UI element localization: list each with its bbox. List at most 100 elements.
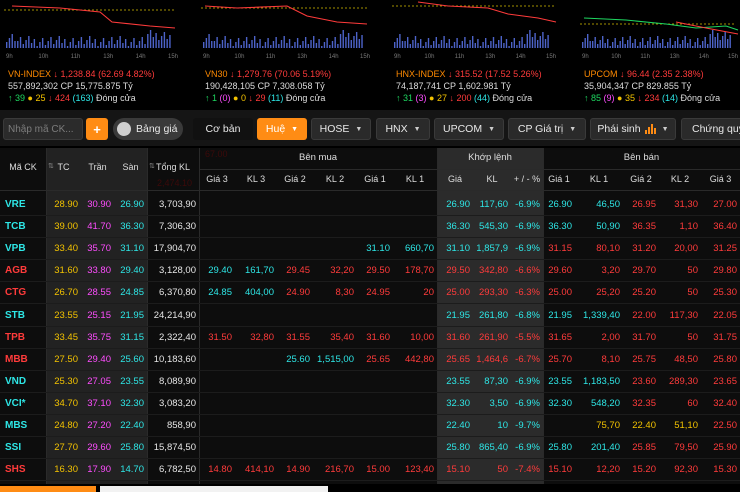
tab-hose[interactable]: HOSE ▼ [311, 118, 371, 140]
index-cp-value: 15,775.875 [75, 81, 123, 91]
search-input[interactable] [3, 118, 83, 140]
table-row[interactable]: MBB 27.50 29.40 25.60 10,183,60 25.60 1,515,00… [0, 349, 740, 371]
header-ask-akl2[interactable]: KL 2 [659, 170, 701, 188]
basic-view-button[interactable]: Cơ bản [193, 118, 253, 140]
header-floor[interactable]: Sàn [114, 162, 147, 172]
volume-bar [516, 45, 518, 48]
table-row[interactable]: CTG 26.70 28.55 24.85 6,370,80 24.85 404,00 24.… [0, 282, 740, 305]
bid-volume-3-cell: 414,10 [244, 464, 274, 476]
header-bid-b3[interactable]: Giá 3 [199, 170, 235, 188]
volume-bar [534, 33, 536, 48]
symbol-cell: VPB [5, 243, 26, 255]
tab-cp-gia-tri[interactable]: CP Giá trị ▼ [508, 118, 586, 140]
index-panel-hnx-index[interactable]: 9h 10h 11h 13h 14h 15h HNX-INDEX ↓ 315.52 (17.… [388, 0, 558, 108]
ghost-text: 2,474.10 [157, 178, 193, 188]
tab-upcom[interactable]: UPCOM ▼ [434, 118, 504, 140]
match-price-cell: 36.30 [446, 221, 470, 233]
volume-bar [485, 38, 487, 48]
header-ceiling[interactable]: Trần [81, 162, 114, 172]
table-row[interactable]: SHS 16.30 17.90 14.70 6,782,50 14.80 414,10 14.… [0, 459, 740, 482]
header-ask-akl1[interactable]: KL 1 [575, 170, 623, 188]
tab-hnx[interactable]: HNX ▼ [376, 118, 430, 140]
index-panel-vn-index[interactable]: 9h 10h 11h 13h 14h 15h VN-INDEX ↓ 1,238.84 (62… [0, 0, 180, 108]
header-ask-a1[interactable]: Giá 1 [543, 170, 575, 188]
volume-bar [582, 42, 584, 48]
bottom-input[interactable] [100, 486, 328, 492]
bottom-tab-active[interactable] [0, 486, 96, 492]
header-match-change[interactable]: + / - % [511, 170, 543, 188]
symbol-cell: STB [5, 309, 25, 321]
bid-volume-2-cell [313, 305, 357, 327]
table-row[interactable]: STB 23.55 25.15 21.95 24,214,90 21.95 261,80 -6… [0, 305, 740, 327]
reference-price-cell: 24.80 [54, 420, 78, 431]
volume-bar [310, 40, 312, 48]
header-ask-a3[interactable]: Giá 3 [701, 170, 740, 188]
table-row[interactable]: AGB 31.60 33.80 29.40 3,128,00 29.40 161,70 29.… [0, 260, 740, 283]
table-row[interactable]: VND 25.30 27.05 23.55 8,089,90 23.55 87,30 -6.9… [0, 371, 740, 393]
volume-bar [662, 39, 664, 48]
header-symbol[interactable]: Mã CK [0, 162, 46, 172]
floor-price-cell: 32.30 [120, 397, 144, 409]
match-change-cell: -6.9% [515, 221, 540, 233]
tab-label: CP Giá trị [517, 123, 564, 135]
tab-chung-quyen[interactable]: Chứng quy [681, 118, 740, 140]
header-match-price[interactable]: Giá [437, 170, 473, 188]
index-unit: Tỷ [500, 81, 511, 91]
volume-bar [275, 37, 277, 48]
bid-price-2-cell [277, 393, 313, 415]
bid-volume-3-cell [235, 437, 277, 459]
volume-bar [326, 38, 328, 48]
sort-icon[interactable]: ⇅ [48, 162, 54, 170]
ask-price-2-cell: 32.35 [632, 397, 656, 409]
reference-price-cell: 27.70 [54, 442, 78, 454]
volume-bar [672, 45, 674, 48]
index-panel-vn30[interactable]: 9h 10h 11h 13h 14h 15h VN30 ↓ 1,279.76 (70.06 … [197, 0, 372, 108]
symbol-cell: VCI* [5, 397, 26, 409]
header-bid-kl2[interactable]: KL 2 [313, 170, 357, 188]
ask-volume-2-cell: 289,30 [668, 375, 698, 387]
volume-bar [461, 41, 463, 48]
table-row[interactable]: TCB 39.00 41.70 36.30 7,306,30 36.30 545,30 -6.… [0, 216, 740, 239]
bid-price-1-cell [357, 415, 393, 437]
header-bid-group: Bên mua [298, 152, 338, 163]
tab-phai-sinh[interactable]: Phái sinh ▼ [590, 118, 676, 140]
header-bid-kl1[interactable]: KL 1 [393, 170, 437, 188]
volume-bar [539, 36, 541, 48]
header-bid-b1[interactable]: Giá 1 [357, 170, 393, 188]
header-bid-kl3[interactable]: KL 3 [235, 170, 277, 188]
chevron-down-icon: ▼ [661, 125, 669, 133]
volume-bar [679, 44, 681, 48]
add-button[interactable]: + [86, 118, 108, 140]
ask-volume-2-cell: 48,50 [674, 353, 698, 365]
ask-price-1-cell: 36.30 [548, 221, 572, 233]
table-row[interactable]: SSI 27.70 29.60 25.80 15,874,50 25.80 865,40 -6… [0, 437, 740, 460]
volume-bar [138, 41, 141, 48]
ask-volume-1-cell: 548,20 [590, 397, 620, 409]
table-row[interactable]: TPB 33.45 35.75 31.15 2,322,40 31.50 32,80 31.5… [0, 327, 740, 349]
bid-volume-2-cell [313, 437, 357, 459]
floor-price-cell: 29.40 [120, 265, 144, 277]
index-panel-upcom[interactable]: 9h 10h 11h 13h 14h 15h UPCOM ↓ 96.44 (2.35 2.3… [576, 0, 740, 108]
arrow-up-icon: ↑ [396, 93, 404, 103]
header-ask-a2[interactable]: Giá 2 [623, 170, 659, 188]
index-cp-label: CP [257, 81, 273, 91]
volume-bar [594, 37, 596, 48]
header-match-volume[interactable]: KL [473, 170, 511, 188]
header-bid-b2[interactable]: Giá 2 [277, 170, 313, 188]
table-row[interactable]: MBS 24.80 27.20 22.40 858,90 22.40 10 -9.7% 75,7… [0, 415, 740, 437]
sort-icon[interactable]: ⇅ [149, 162, 155, 170]
bid-volume-3-cell [235, 194, 277, 216]
table-row[interactable]: VPB 33.40 35.70 31.10 17,904,70 31.10 660,70 31… [0, 238, 740, 261]
volume-bar [443, 36, 445, 48]
price-board-toggle[interactable]: Bảng giá [113, 118, 183, 140]
table-row[interactable]: VCI* 34.70 37.10 32.30 3,083,20 32.30 3,50 -6.9… [0, 393, 740, 415]
floor-price-cell: 25.60 [120, 353, 144, 365]
symbol-cell: TCB [5, 221, 26, 233]
match-price-cell: 31.10 [446, 243, 470, 255]
bid-volume-3-cell [235, 216, 277, 238]
volume-bar [490, 41, 492, 48]
table-row[interactable]: VRE 28.90 30.90 26.90 3,703,90 26.90 117,60 -6.… [0, 194, 740, 216]
axis-time-label: 11h [71, 54, 81, 60]
tab-hue[interactable]: Huệ ▼ [257, 118, 307, 140]
volume-bar [321, 46, 323, 48]
